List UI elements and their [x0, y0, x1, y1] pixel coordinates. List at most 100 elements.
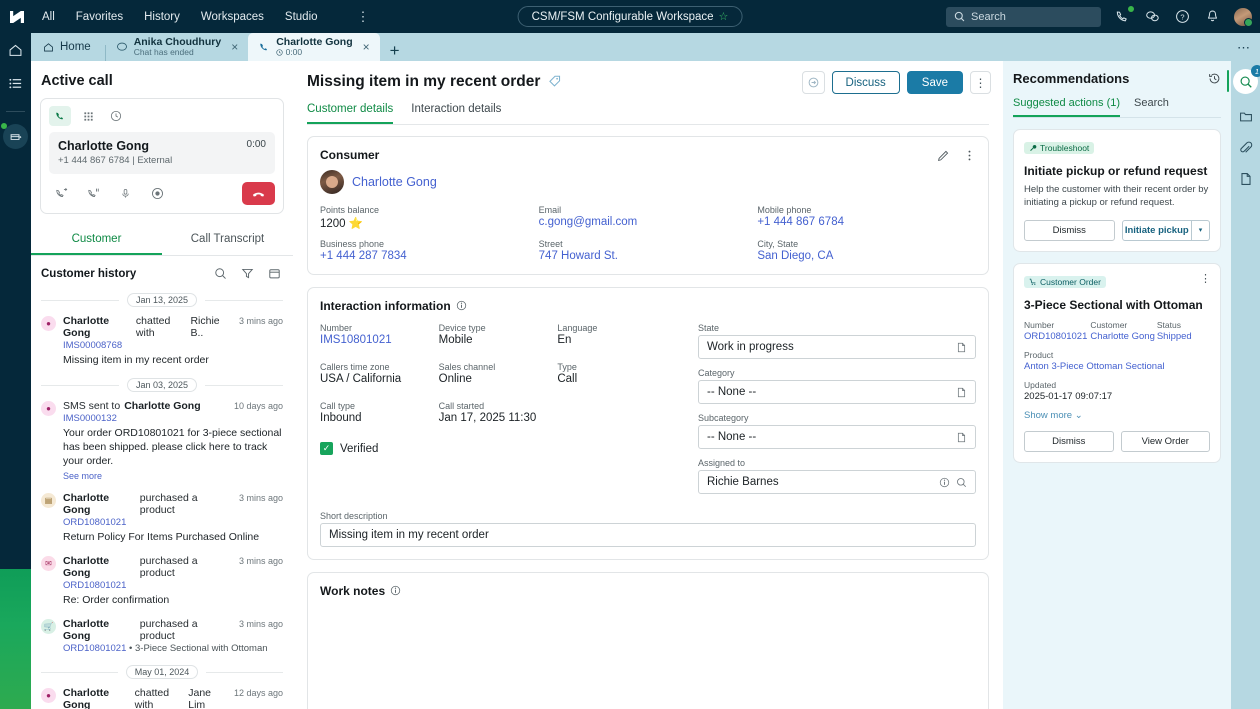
tab-home[interactable]: Home: [31, 33, 105, 61]
field-value[interactable]: 747 Howard St.: [539, 250, 758, 262]
add-tab-button[interactable]: +: [390, 41, 400, 61]
calendar-icon[interactable]: [268, 267, 281, 280]
field-value[interactable]: +1 444 867 6784: [757, 216, 976, 228]
workspace-selector[interactable]: CSM/FSM Configurable Workspace ☆: [518, 6, 743, 27]
phone-activity-icon[interactable]: [1114, 8, 1131, 25]
tab-anika-choudhury[interactable]: Anika Choudhury Chat has ended ×: [106, 33, 249, 61]
customer-history-header: Customer history: [31, 256, 293, 289]
tab-interaction-details[interactable]: Interaction details: [411, 103, 501, 124]
global-search-input[interactable]: Search: [946, 7, 1101, 27]
field-value[interactable]: Shipped: [1157, 331, 1210, 342]
search-icon[interactable]: [214, 267, 227, 280]
list-item[interactable]: ▤ Charlotte Gong purchased a product 3 m…: [41, 492, 283, 544]
field-value[interactable]: c.gong@gmail.com: [539, 216, 758, 228]
initiate-pickup-button[interactable]: Initiate pickup: [1122, 220, 1193, 241]
field-value[interactable]: +1 444 287 7834: [320, 250, 539, 262]
record-icon[interactable]: [148, 184, 166, 204]
field-value[interactable]: Anton 3-Piece Ottoman Sectional: [1024, 361, 1210, 372]
help-icon[interactable]: ?: [1174, 8, 1191, 25]
consumer-name-link[interactable]: Charlotte Gong: [352, 175, 437, 189]
document-icon[interactable]: [1239, 172, 1253, 186]
list-item[interactable]: 🛒 Charlotte Gong purchased a product 3 m…: [41, 618, 283, 654]
presence-icon[interactable]: [802, 71, 825, 94]
dialpad-icon[interactable]: [77, 106, 99, 126]
phone-icon[interactable]: [49, 106, 71, 126]
home-icon[interactable]: [8, 43, 23, 58]
view-order-button[interactable]: View Order: [1121, 431, 1211, 452]
nav-link-studio[interactable]: Studio: [285, 11, 318, 23]
dismiss-button[interactable]: Dismiss: [1024, 220, 1115, 241]
bell-icon[interactable]: [1204, 8, 1221, 25]
clock-icon[interactable]: [105, 106, 127, 126]
list-item[interactable]: ● Charlotte Gong chatted with Jane Lim 1…: [41, 687, 283, 709]
history-reference-link[interactable]: ORD10801021: [63, 580, 283, 591]
tab-customer[interactable]: Customer: [31, 226, 162, 255]
list-item[interactable]: ✉ Charlotte Gong purchased a product 3 m…: [41, 555, 283, 607]
info-icon[interactable]: [390, 585, 401, 598]
field-value[interactable]: Charlotte Gong: [1090, 331, 1156, 342]
tab-customer-details[interactable]: Customer details: [307, 103, 393, 124]
nav-link-history[interactable]: History: [144, 11, 180, 23]
user-avatar[interactable]: [1234, 8, 1252, 26]
field-value[interactable]: ORD10801021: [1024, 331, 1090, 342]
folder-icon[interactable]: [1239, 110, 1253, 124]
list-icon[interactable]: [8, 76, 23, 91]
consumer-kebab-icon[interactable]: [963, 149, 976, 162]
list-item[interactable]: ● SMS sent to Charlotte Gong 10 days ago…: [41, 400, 283, 481]
customer-history-list[interactable]: Jan 13, 2025 ● Charlotte Gong chatted wi…: [31, 289, 293, 709]
more-actions-kebab-icon[interactable]: ⋮: [970, 71, 991, 94]
reference-icon[interactable]: [956, 342, 967, 353]
search-icon[interactable]: [956, 477, 967, 488]
history-reference-link[interactable]: IMS0000132: [63, 413, 283, 424]
see-more-link[interactable]: See more: [63, 471, 283, 481]
dismiss-button[interactable]: Dismiss: [1024, 431, 1114, 452]
nav-more-kebab-icon[interactable]: ⋮: [357, 9, 370, 25]
tab-call-transcript[interactable]: Call Transcript: [162, 226, 293, 255]
short-description-input[interactable]: Missing item in my recent order: [320, 523, 976, 547]
history-reference-link[interactable]: ORD10801021: [63, 517, 283, 528]
tab-search[interactable]: Search: [1134, 97, 1169, 117]
agent-assist-icon[interactable]: 1: [1233, 69, 1258, 94]
reference-icon[interactable]: [956, 432, 967, 443]
tab-suggested-actions[interactable]: Suggested actions (1): [1013, 97, 1120, 117]
filter-icon[interactable]: [241, 267, 254, 280]
save-button[interactable]: Save: [907, 71, 963, 94]
history-reference-link[interactable]: ORD10801021 • 3-Piece Sectional with Ott…: [63, 643, 283, 654]
subcategory-input[interactable]: -- None --: [698, 425, 976, 449]
chat-icon[interactable]: [1144, 8, 1161, 25]
transfer-call-icon[interactable]: [52, 184, 70, 204]
info-icon[interactable]: [939, 477, 950, 488]
close-icon[interactable]: ×: [363, 40, 370, 54]
discuss-button[interactable]: Discuss: [832, 71, 900, 94]
mute-icon[interactable]: [116, 184, 134, 204]
nav-link-favorites[interactable]: Favorites: [76, 11, 123, 23]
tab-charlotte-gong[interactable]: Charlotte Gong 0:00 ×: [248, 33, 379, 61]
state-input[interactable]: Work in progress: [698, 335, 976, 359]
close-icon[interactable]: ×: [231, 40, 238, 54]
assigned-to-input[interactable]: Richie Barnes: [698, 470, 976, 494]
history-actor: Charlotte Gong: [63, 687, 131, 709]
info-icon[interactable]: [456, 300, 467, 313]
reference-icon[interactable]: [956, 387, 967, 398]
list-item[interactable]: ● Charlotte Gong chatted with Richie B..…: [41, 315, 283, 367]
field-value[interactable]: San Diego, CA: [757, 250, 976, 262]
inbox-icon[interactable]: [3, 124, 28, 149]
hold-call-icon[interactable]: [84, 184, 102, 204]
favorite-star-icon[interactable]: ☆: [719, 10, 729, 23]
history-reference-link[interactable]: IMS00008768: [63, 340, 283, 351]
history-icon[interactable]: [1208, 72, 1221, 85]
order-kebab-icon[interactable]: ⋮: [1200, 272, 1211, 285]
pencil-icon[interactable]: [937, 149, 950, 162]
verified-checkbox[interactable]: ✓: [320, 442, 333, 455]
tab-strip-overflow-icon[interactable]: ⋯: [1237, 40, 1250, 56]
category-input[interactable]: -- None --: [698, 380, 976, 404]
nav-link-workspaces[interactable]: Workspaces: [201, 11, 264, 23]
tag-icon[interactable]: [548, 74, 562, 91]
servicenow-logo-icon[interactable]: [0, 0, 34, 33]
field-value[interactable]: IMS10801021: [320, 334, 439, 346]
show-more-link[interactable]: Show more ⌄: [1024, 410, 1210, 421]
attachment-icon[interactable]: [1239, 141, 1253, 155]
hangup-button[interactable]: [242, 182, 275, 205]
nav-link-all[interactable]: All: [42, 11, 55, 23]
chevron-down-icon[interactable]: ▾: [1192, 220, 1210, 241]
